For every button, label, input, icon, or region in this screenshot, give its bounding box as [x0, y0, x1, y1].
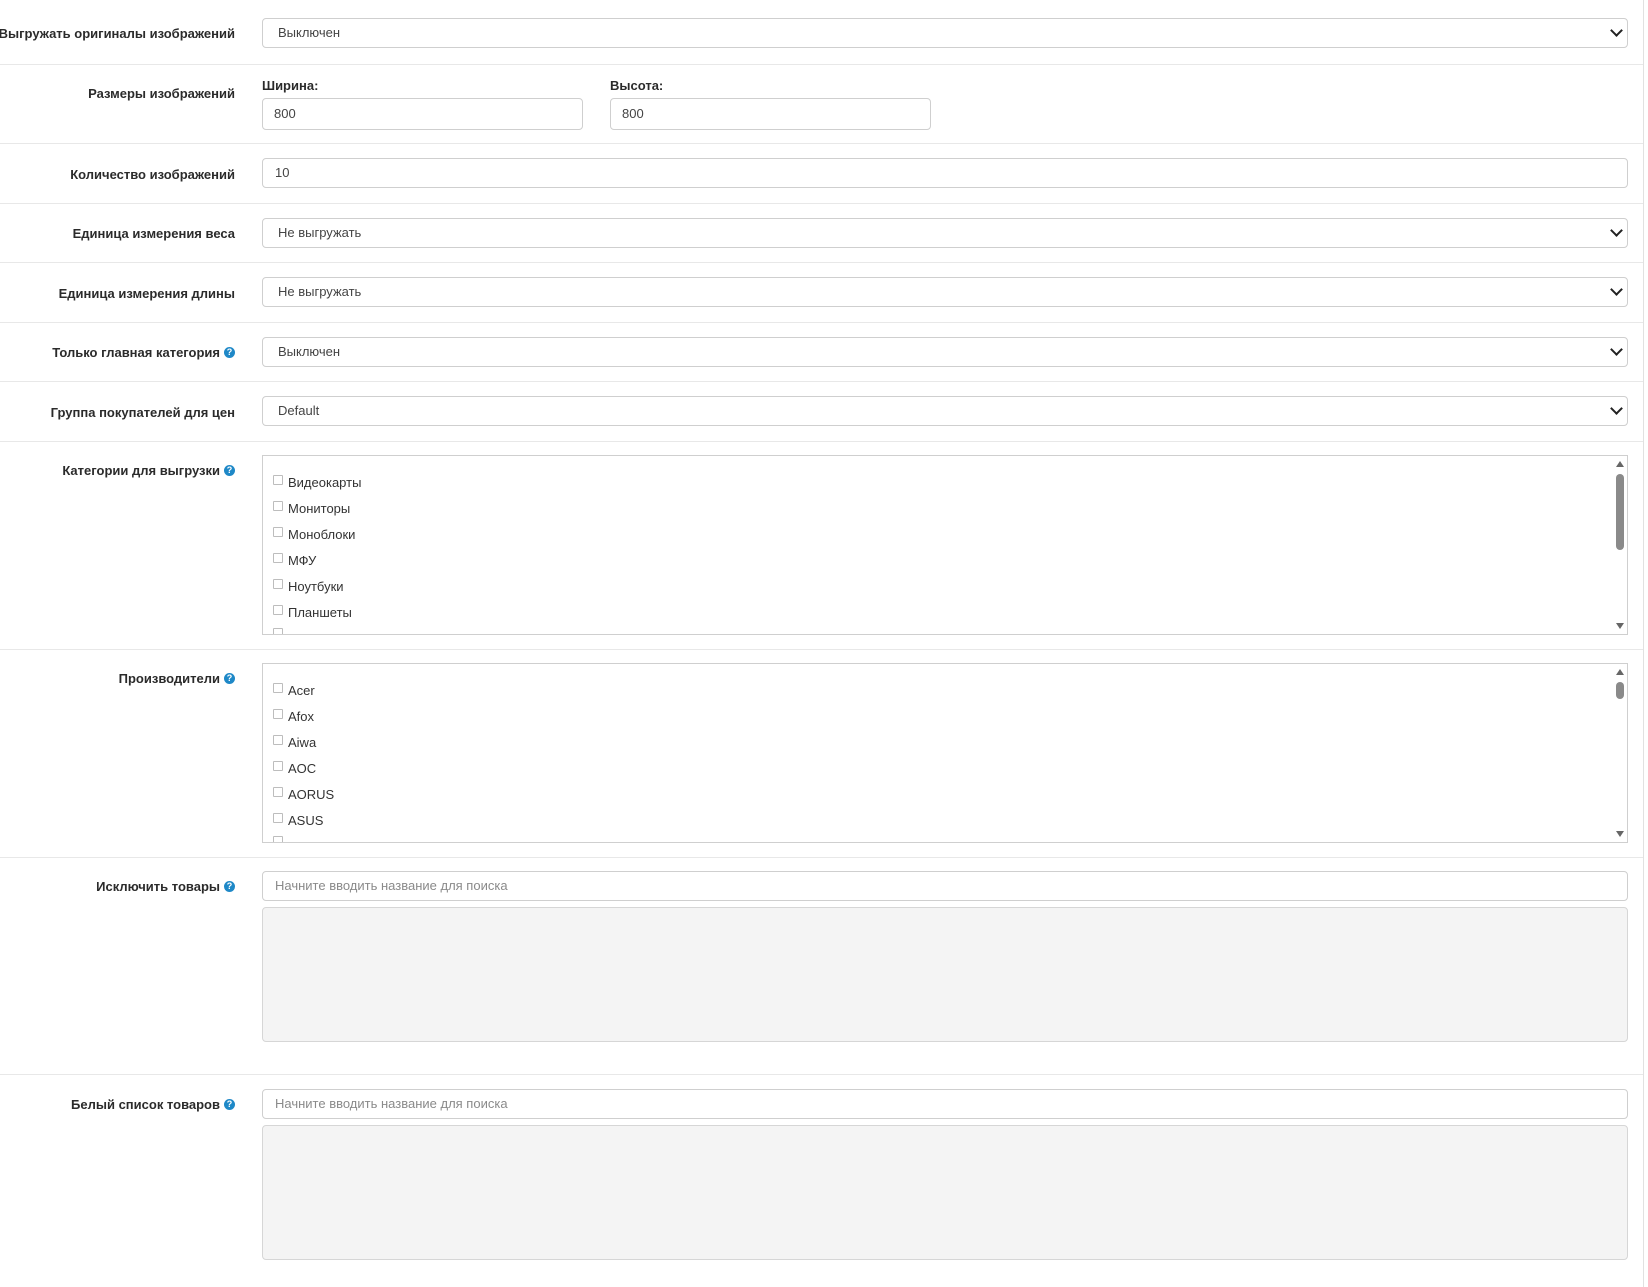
- row-exclude-products: Исключить товары? Начните вводить назван…: [0, 857, 1643, 1075]
- row-length-unit: Единица измерения длины Не выгружать: [0, 262, 1643, 323]
- row-image-count: Количество изображений 10: [0, 143, 1643, 204]
- help-icon[interactable]: ?: [224, 347, 235, 358]
- scrollbar-thumb[interactable]: [1616, 474, 1624, 550]
- weight-unit-value: Не выгружать: [278, 225, 362, 240]
- list-item[interactable]: Acer: [273, 682, 315, 698]
- help-icon[interactable]: ?: [224, 1099, 235, 1110]
- checkbox[interactable]: [273, 500, 283, 511]
- whitelist-products-list[interactable]: [262, 1125, 1628, 1260]
- list-item[interactable]: Ноутбуки: [273, 578, 344, 594]
- length-unit-label: Единица измерения длины: [58, 286, 235, 301]
- scrollbar-thumb[interactable]: [1616, 682, 1624, 699]
- chevron-down-icon: [1610, 343, 1623, 356]
- image-count-label: Количество изображений: [70, 167, 235, 182]
- checkbox[interactable]: [273, 760, 283, 771]
- list-item[interactable]: Мониторы: [273, 500, 350, 516]
- main-category-label: Только главная категория?: [52, 345, 235, 360]
- list-item[interactable]: AORUS: [273, 786, 334, 802]
- chevron-down-icon: [1610, 402, 1623, 415]
- listbox-scrollbar[interactable]: [1613, 664, 1627, 842]
- checkbox[interactable]: [273, 552, 283, 563]
- categories-listbox[interactable]: Видеокарты Мониторы Моноблоки МФУ Ноутбу…: [262, 455, 1628, 635]
- list-item[interactable]: Afox: [273, 708, 314, 724]
- list-item[interactable]: Моноблоки: [273, 526, 355, 542]
- original-images-value: Выключен: [278, 25, 341, 40]
- manufacturers-label: Производители?: [119, 671, 235, 686]
- checkbox[interactable]: [273, 604, 283, 615]
- image-count-input[interactable]: 10: [262, 158, 1628, 188]
- row-image-sizes: Размеры изображений Ширина: 800 Высота: …: [0, 64, 1643, 144]
- image-sizes-label: Размеры изображений: [88, 86, 235, 101]
- checkbox[interactable]: [273, 812, 283, 823]
- length-unit-select[interactable]: Не выгружать: [262, 277, 1628, 307]
- customer-group-select[interactable]: Default: [262, 396, 1628, 426]
- settings-form: Выгружать оригиналы изображений Выключен…: [0, 0, 1648, 1287]
- row-original-images: Выгружать оригиналы изображений Выключен: [0, 0, 1643, 65]
- scroll-down-arrow-icon[interactable]: [1616, 831, 1624, 837]
- scroll-up-arrow-icon[interactable]: [1616, 669, 1624, 675]
- chevron-down-icon: [1610, 283, 1623, 296]
- list-item-partial: [273, 836, 288, 842]
- row-customer-group: Группа покупателей для цен Default: [0, 381, 1643, 442]
- customer-group-label: Группа покупателей для цен: [50, 405, 235, 420]
- checkbox[interactable]: [273, 526, 283, 537]
- exclude-products-list[interactable]: [262, 907, 1628, 1042]
- chevron-down-icon: [1610, 224, 1623, 237]
- row-categories: Категории для выгрузки? Видеокарты Монит…: [0, 441, 1643, 650]
- main-category-select[interactable]: Выключен: [262, 337, 1628, 367]
- help-icon[interactable]: ?: [224, 881, 235, 892]
- manufacturers-listbox[interactable]: Acer Afox Aiwa AOC AORUS ASUS: [262, 663, 1628, 843]
- checkbox[interactable]: [273, 474, 283, 485]
- whitelist-products-label: Белый список товаров?: [71, 1097, 235, 1112]
- checkbox[interactable]: [273, 734, 283, 745]
- listbox-scrollbar[interactable]: [1613, 456, 1627, 634]
- height-input[interactable]: 800: [610, 98, 931, 130]
- checkbox[interactable]: [273, 786, 283, 797]
- width-label: Ширина:: [262, 78, 319, 93]
- page-scrollbar-track: [1643, 0, 1644, 1287]
- help-icon[interactable]: ?: [224, 465, 235, 476]
- list-item[interactable]: ASUS: [273, 812, 323, 828]
- checkbox[interactable]: [273, 578, 283, 589]
- list-item[interactable]: AOC: [273, 760, 316, 776]
- original-images-label: Выгружать оригиналы изображений: [0, 26, 235, 41]
- list-item[interactable]: Планшеты: [273, 604, 352, 620]
- width-input[interactable]: 800: [262, 98, 583, 130]
- scroll-up-arrow-icon[interactable]: [1616, 461, 1624, 467]
- length-unit-value: Не выгружать: [278, 284, 362, 299]
- exclude-products-label: Исключить товары?: [96, 879, 235, 894]
- checkbox[interactable]: [273, 682, 283, 693]
- row-manufacturers: Производители? Acer Afox Aiwa AOC AORUS …: [0, 649, 1643, 858]
- scroll-down-arrow-icon[interactable]: [1616, 623, 1624, 629]
- list-item[interactable]: МФУ: [273, 552, 316, 568]
- exclude-products-search-input[interactable]: Начните вводить название для поиска: [262, 871, 1628, 901]
- categories-label: Категории для выгрузки?: [62, 463, 235, 478]
- checkbox[interactable]: [273, 708, 283, 719]
- customer-group-value: Default: [278, 403, 320, 418]
- row-whitelist-products: Белый список товаров? Начните вводить на…: [0, 1074, 1643, 1287]
- list-item[interactable]: Видеокарты: [273, 474, 361, 490]
- chevron-down-icon: [1610, 24, 1623, 37]
- row-main-category: Только главная категория? Выключен: [0, 322, 1643, 382]
- height-label: Высота:: [610, 78, 664, 93]
- original-images-select[interactable]: Выключен: [262, 18, 1628, 48]
- help-icon[interactable]: ?: [224, 673, 235, 684]
- weight-unit-select[interactable]: Не выгружать: [262, 218, 1628, 248]
- main-category-value: Выключен: [278, 344, 341, 359]
- weight-unit-label: Единица измерения веса: [72, 226, 235, 241]
- whitelist-products-search-input[interactable]: Начните вводить название для поиска: [262, 1089, 1628, 1119]
- list-item[interactable]: Aiwa: [273, 734, 316, 750]
- list-item-partial: [273, 628, 288, 634]
- row-weight-unit: Единица измерения веса Не выгружать: [0, 203, 1643, 263]
